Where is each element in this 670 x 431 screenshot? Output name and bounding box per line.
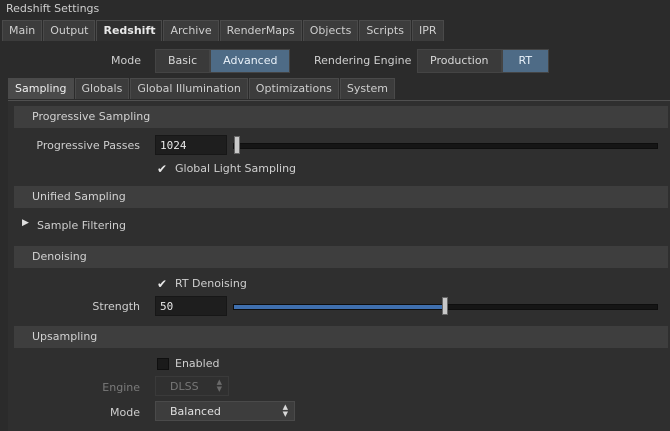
section-denoising[interactable]: Denoising [14, 246, 668, 268]
upsampling-enabled-checkbox[interactable] [157, 358, 169, 370]
strength-slider-handle[interactable] [441, 297, 448, 315]
strength-input[interactable]: 50 [155, 296, 227, 316]
rendering-engine-toggle: Production RT [417, 49, 550, 73]
upsampling-mode-value: Balanced [170, 405, 221, 418]
upsampling-enabled-label: Enabled [175, 357, 220, 370]
tab-ipr[interactable]: IPR [411, 20, 444, 41]
tab-sampling[interactable]: Sampling [8, 78, 74, 99]
mode-label: Mode [111, 54, 141, 67]
sample-filtering-label: Sample Filtering [37, 219, 126, 232]
rt-denoising-label: RT Denoising [175, 277, 247, 290]
global-light-sampling-checkbox[interactable]: ✔ [157, 163, 167, 175]
sample-filtering-row[interactable]: ▶ Sample Filtering [14, 214, 668, 236]
tab-objects[interactable]: Objects [302, 20, 359, 41]
tab-output[interactable]: Output [43, 20, 96, 41]
tab-scripts[interactable]: Scripts [359, 20, 411, 41]
progressive-passes-slider-handle[interactable] [234, 136, 241, 154]
sub-tab-bar: Sampling Globals Global Illumination Opt… [8, 78, 396, 100]
mode-toggle: Basic Advanced [155, 49, 291, 73]
expand-arrow-icon: ▶ [22, 218, 29, 228]
section-upsampling[interactable]: Upsampling [14, 326, 668, 348]
progressive-passes-input[interactable]: 1024 [155, 135, 227, 155]
upsampling-engine-label: Engine [102, 381, 140, 394]
mode-advanced-button[interactable]: Advanced [210, 49, 291, 73]
progressive-passes-label: Progressive Passes [36, 139, 140, 152]
top-tab-bar: Main Output Redshift Archive RenderMaps … [2, 20, 445, 42]
strength-slider-fill [234, 305, 446, 309]
section-progressive-sampling[interactable]: Progressive Sampling [14, 106, 668, 128]
engine-rt-button[interactable]: RT [501, 49, 550, 73]
tab-global-illumination[interactable]: Global Illumination [130, 78, 248, 99]
global-light-sampling-label: Global Light Sampling [175, 162, 297, 175]
section-unified-sampling[interactable]: Unified Sampling [14, 186, 668, 208]
tab-globals[interactable]: Globals [74, 78, 130, 99]
tab-main[interactable]: Main [2, 20, 43, 41]
upsampling-engine-value: DLSS [170, 380, 199, 393]
tab-system[interactable]: System [339, 78, 395, 99]
engine-production-button[interactable]: Production [417, 49, 502, 73]
window-title: Redshift Settings [6, 2, 100, 15]
mode-basic-button[interactable]: Basic [155, 49, 211, 73]
tab-redshift[interactable]: Redshift [96, 20, 163, 41]
tab-optimizations[interactable]: Optimizations [248, 78, 339, 99]
rt-denoising-checkbox[interactable]: ✔ [157, 278, 167, 290]
progressive-passes-slider[interactable] [233, 143, 658, 149]
strength-label: Strength [92, 300, 140, 313]
updown-arrows-icon: ▲ ▼ [216, 378, 222, 393]
rendering-engine-label: Rendering Engine [314, 54, 412, 67]
upsampling-mode-label: Mode [110, 406, 140, 419]
upsampling-engine-dropdown[interactable]: DLSS ▲ ▼ [155, 376, 229, 396]
tab-rendermaps[interactable]: RenderMaps [219, 20, 302, 41]
updown-arrows-icon: ▲ ▼ [282, 403, 288, 418]
upsampling-mode-dropdown[interactable]: Balanced ▲ ▼ [155, 401, 295, 421]
tab-archive[interactable]: Archive [163, 20, 219, 41]
